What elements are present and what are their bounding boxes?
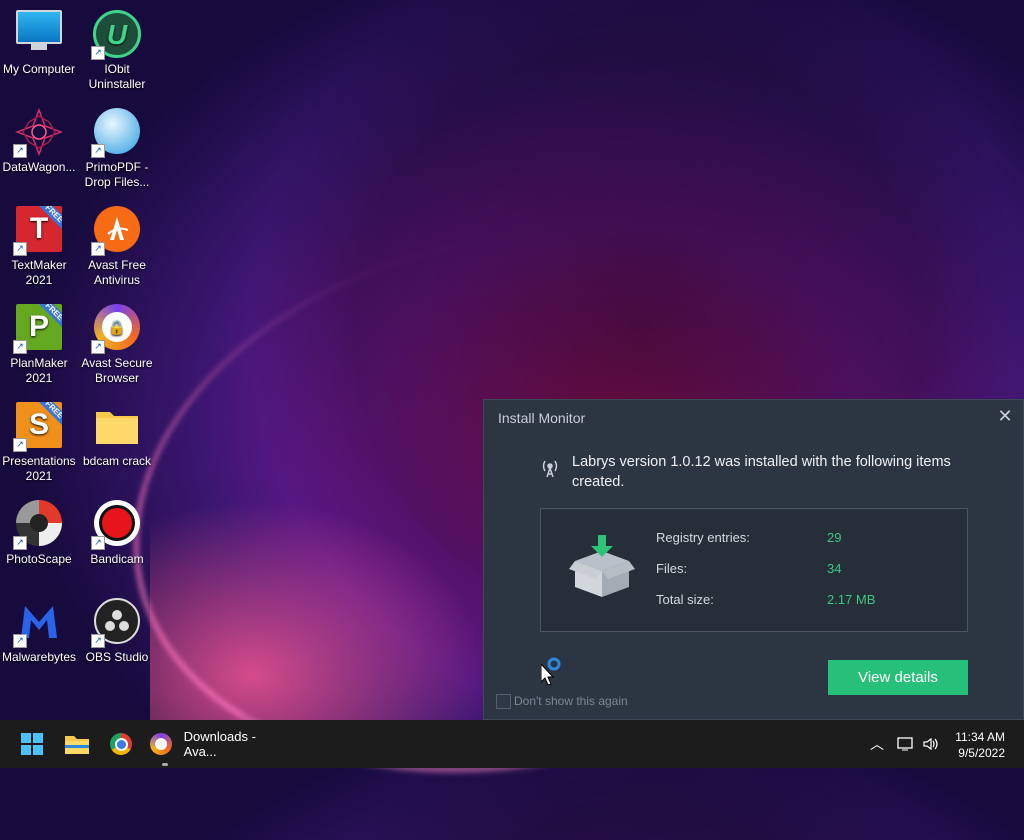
desktop-icon-primopdf[interactable]: ↗ PrimoPDF - Drop Files... — [78, 102, 156, 190]
wallpaper-glow — [150, 500, 490, 720]
presentations-icon: S FREE ↗ — [13, 402, 63, 452]
planmaker-icon: P FREE ↗ — [13, 304, 63, 354]
avast-browser-icon: 🔒 ↗ — [91, 304, 141, 354]
folder-icon — [65, 736, 89, 754]
install-monitor-dialog: Install Monitor ✕ Labrys version 1.0.12 … — [483, 399, 1024, 720]
stat-value: 2.17 MB — [827, 592, 876, 607]
file-explorer-button[interactable] — [61, 728, 93, 760]
computer-icon — [15, 10, 63, 58]
desktop-icon-label: OBS Studio — [85, 650, 149, 664]
desktop-icon-iobit-uninstaller[interactable]: U ↗ IObit Uninstaller — [78, 4, 156, 92]
desktop-icon-avast-browser[interactable]: 🔒 ↗ Avast Secure Browser — [78, 298, 156, 386]
textmaker-icon: T FREE ↗ — [13, 206, 63, 256]
desktop-icon-label: Bandicam — [90, 552, 144, 566]
desktop-icon-label: PrimoPDF - Drop Files... — [84, 160, 150, 189]
shortcut-arrow-icon: ↗ — [13, 536, 27, 550]
desktop-icon-presentations[interactable]: S FREE ↗ Presentations 2021 — [0, 396, 78, 484]
desktop-icon-label: Avast Free Antivirus — [88, 258, 146, 287]
files-row: Files: 34 — [656, 561, 841, 576]
shortcut-arrow-icon: ↗ — [91, 144, 105, 158]
avast-antivirus-icon: ↗ — [91, 206, 141, 256]
bandicam-icon: ↗ — [91, 500, 141, 550]
desktop-icon-label: Avast Secure Browser — [81, 356, 153, 385]
shortcut-arrow-icon: ↗ — [91, 634, 105, 648]
desktop-icon-label: Malwarebytes — [1, 650, 77, 664]
obs-studio-icon: ↗ — [91, 598, 141, 648]
shortcut-arrow-icon: ↗ — [13, 438, 27, 452]
close-icon[interactable]: ✕ — [995, 406, 1015, 426]
install-message: Labrys version 1.0.12 was installed with… — [572, 454, 951, 490]
desktop-icon-label: Presentations 2021 — [2, 454, 76, 483]
shortcut-arrow-icon: ↗ — [91, 242, 105, 256]
package-download-icon — [567, 535, 637, 601]
install-summary-box: Registry entries: 29 Files: 34 Total siz… — [540, 508, 968, 632]
desktop-icon-obs-studio[interactable]: ↗ OBS Studio — [78, 592, 156, 665]
total-size-row: Total size: 2.17 MB — [656, 592, 875, 607]
desktop-icon-textmaker[interactable]: T FREE ↗ TextMaker 2021 — [0, 200, 78, 288]
desktop-icon-label: TextMaker 2021 — [11, 258, 67, 287]
desktop-icon-bdcam-crack[interactable]: bdcam crack — [78, 396, 156, 469]
taskbar-avast-browser-window[interactable]: Downloads - Ava... — [150, 728, 290, 766]
desktop-icon-malwarebytes[interactable]: ↗ Malwarebytes — [0, 592, 78, 665]
desktop-icon-label: PlanMaker 2021 — [10, 356, 68, 385]
chevron-up-icon: ︿ — [870, 736, 884, 752]
shortcut-arrow-icon: ↗ — [13, 634, 27, 648]
stat-value: 34 — [827, 561, 842, 576]
busy-cursor-icon — [540, 656, 575, 686]
dont-show-again-checkbox[interactable] — [496, 694, 511, 709]
avast-browser-icon — [150, 733, 172, 755]
primopdf-icon: ↗ — [91, 108, 141, 158]
shortcut-arrow-icon: ↗ — [13, 340, 27, 354]
chrome-icon — [110, 733, 132, 755]
windows-logo-icon — [21, 733, 43, 755]
clock-date: 9/5/2022 — [958, 746, 1005, 760]
shortcut-arrow-icon: ↗ — [13, 242, 27, 256]
stat-label: Registry entries: — [656, 530, 750, 545]
chrome-button[interactable] — [105, 728, 137, 760]
show-hidden-icons-button[interactable]: ︿ — [870, 720, 888, 768]
volume-icon[interactable] — [922, 720, 942, 768]
datawagon-icon: ↗ — [13, 107, 64, 158]
running-indicator — [162, 763, 168, 766]
shortcut-arrow-icon: ↗ — [13, 144, 27, 158]
taskbar-window-label: Downloads - Ava... — [183, 729, 256, 759]
view-details-button[interactable]: View details — [828, 660, 968, 695]
desktop-icon-label: IObit Uninstaller — [88, 62, 146, 91]
stat-label: Total size: — [656, 592, 714, 607]
stat-label: Files: — [656, 561, 688, 576]
desktop-icon-my-computer[interactable]: My Computer — [0, 4, 78, 77]
desktop-icon-bandicam[interactable]: ↗ Bandicam — [78, 494, 156, 567]
desktop-icon-avast-antivirus[interactable]: ↗ Avast Free Antivirus — [78, 200, 156, 288]
folder-icon — [93, 402, 141, 450]
shortcut-arrow-icon: ↗ — [91, 46, 105, 60]
desktop-icon-label: DataWagon... — [2, 160, 76, 174]
desktop-icon-planmaker[interactable]: P FREE ↗ PlanMaker 2021 — [0, 298, 78, 386]
desktop-icon-datawagon[interactable]: ↗ DataWagon... — [0, 102, 78, 175]
stat-value: 29 — [827, 530, 842, 545]
desktop-icon-photoscape[interactable]: ↗ PhotoScape — [0, 494, 78, 567]
network-icon[interactable] — [897, 720, 917, 768]
taskbar: Downloads - Ava... ︿ 11:34 AM 9/5/2022 — [0, 720, 1024, 768]
desktop-icon-label: My Computer — [2, 62, 76, 76]
shortcut-arrow-icon: ↗ — [91, 340, 105, 354]
registry-entries-row: Registry entries: 29 — [656, 530, 841, 545]
photoscape-icon: ↗ — [13, 500, 63, 550]
desktop-icon-label: bdcam crack — [82, 454, 152, 468]
iobit-uninstaller-icon: U ↗ — [91, 10, 141, 60]
dialog-title: Install Monitor — [498, 410, 586, 426]
broadcast-icon — [539, 457, 561, 479]
desktop-icon-label: PhotoScape — [6, 552, 72, 566]
taskbar-clock[interactable]: 11:34 AM 9/5/2022 — [955, 729, 1005, 761]
malwarebytes-icon: ↗ — [13, 598, 63, 648]
clock-time: 11:34 AM — [955, 730, 1005, 744]
shortcut-arrow-icon: ↗ — [91, 536, 105, 550]
start-button[interactable] — [16, 728, 48, 760]
dont-show-again-label: Don't show this again — [514, 694, 628, 708]
